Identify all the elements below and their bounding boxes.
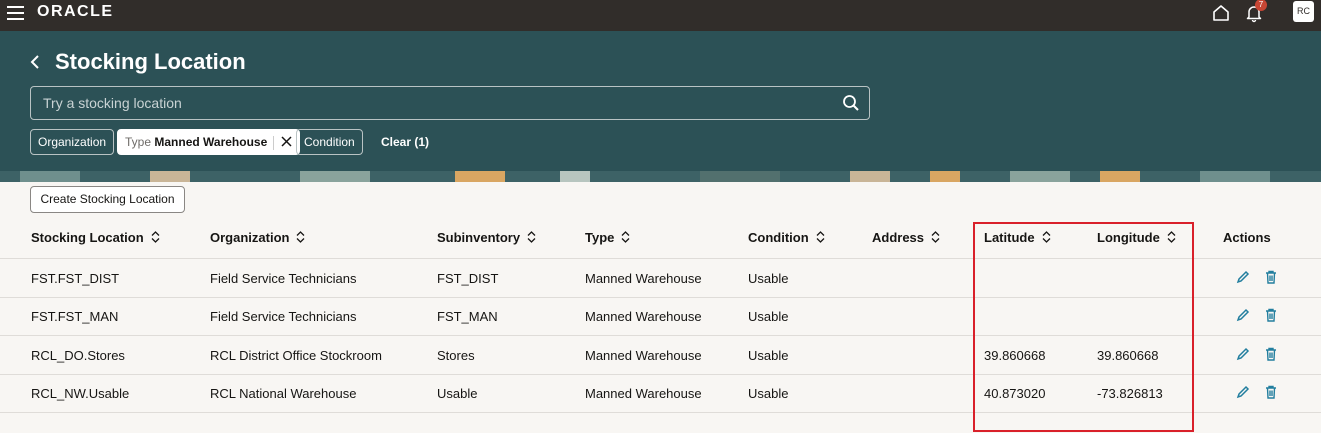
delete-icon[interactable]: [1264, 308, 1278, 322]
edit-icon[interactable]: [1236, 270, 1250, 284]
notification-badge: 7: [1255, 0, 1267, 11]
column-header-type[interactable]: Type: [585, 230, 630, 245]
column-header-stocking-location[interactable]: Stocking Location: [31, 230, 160, 245]
menu-icon[interactable]: [7, 6, 24, 20]
delete-icon[interactable]: [1264, 385, 1278, 399]
oracle-logo[interactable]: ORACLE: [37, 3, 114, 21]
cell-organization: Field Service Technicians: [210, 271, 357, 286]
column-header-label: Subinventory: [437, 230, 521, 245]
column-header-label: Condition: [748, 230, 809, 245]
create-stocking-location-button[interactable]: Create Stocking Location: [30, 186, 185, 213]
user-avatar[interactable]: RC: [1293, 1, 1314, 22]
cell-type: Manned Warehouse: [585, 271, 702, 286]
clear-filters-link[interactable]: Clear (1): [381, 135, 429, 149]
top-bar: ORACLE 7 RC: [0, 0, 1321, 31]
search-input[interactable]: [43, 87, 823, 119]
column-header-label: Organization: [210, 230, 290, 245]
cell-condition: Usable: [748, 348, 789, 363]
sort-icon[interactable]: [621, 231, 630, 243]
delete-icon[interactable]: [1264, 270, 1278, 284]
column-header-actions: Actions: [1223, 230, 1271, 245]
page-title: Stocking Location: [55, 49, 246, 74]
cell-type: Manned Warehouse: [585, 348, 702, 363]
close-icon[interactable]: [281, 136, 292, 147]
cell-location[interactable]: FST.FST_DIST: [31, 271, 119, 286]
cell-condition: Usable: [748, 309, 789, 324]
delete-icon[interactable]: [1264, 347, 1278, 361]
cell-location[interactable]: RCL_NW.Usable: [31, 386, 129, 401]
sort-icon[interactable]: [527, 231, 536, 243]
cell-subinventory: Usable: [437, 386, 478, 401]
column-header-label: Type: [585, 230, 615, 245]
home-icon[interactable]: [1211, 3, 1231, 23]
decorative-banner: [0, 171, 1321, 182]
cell-condition: Usable: [748, 386, 789, 401]
column-header-organization[interactable]: Organization: [210, 230, 305, 245]
cell-location[interactable]: RCL_DO.Stores: [31, 348, 125, 363]
search-box: [30, 86, 870, 120]
cell-subinventory: FST_MAN: [437, 309, 498, 324]
filter-type-label: Type: [125, 135, 152, 149]
cell-organization: RCL District Office Stockroom: [210, 348, 382, 363]
sort-icon[interactable]: [151, 231, 160, 243]
column-header-subinventory[interactable]: Subinventory: [437, 230, 536, 245]
filter-type-value: Manned Warehouse: [154, 135, 268, 149]
column-header-label: Stocking Location: [31, 230, 144, 245]
cell-subinventory: Stores: [437, 348, 475, 363]
filter-organization[interactable]: Organization: [30, 129, 115, 155]
search-icon[interactable]: [842, 94, 860, 112]
filter-condition[interactable]: Condition: [296, 129, 363, 155]
edit-icon[interactable]: [1236, 347, 1250, 361]
cell-condition: Usable: [748, 271, 789, 286]
back-arrow-icon[interactable]: [30, 54, 40, 70]
cell-organization: Field Service Technicians: [210, 309, 357, 324]
page-header: Stocking Location Organization Type Mann…: [0, 31, 1321, 171]
cell-location[interactable]: FST.FST_MAN: [31, 309, 118, 324]
sort-icon[interactable]: [931, 231, 940, 243]
sort-icon[interactable]: [816, 231, 825, 243]
sort-icon[interactable]: [296, 231, 305, 243]
cell-subinventory: FST_DIST: [437, 271, 499, 286]
edit-icon[interactable]: [1236, 308, 1250, 322]
cell-type: Manned Warehouse: [585, 386, 702, 401]
cell-type: Manned Warehouse: [585, 309, 702, 324]
column-header-label: Address: [872, 230, 925, 245]
column-header-condition[interactable]: Condition: [748, 230, 825, 245]
filter-type[interactable]: Type Manned Warehouse: [117, 129, 301, 155]
highlight-box: [973, 222, 1194, 432]
column-header-address[interactable]: Address: [872, 230, 940, 245]
cell-organization: RCL National Warehouse: [210, 386, 357, 401]
edit-icon[interactable]: [1236, 385, 1250, 399]
